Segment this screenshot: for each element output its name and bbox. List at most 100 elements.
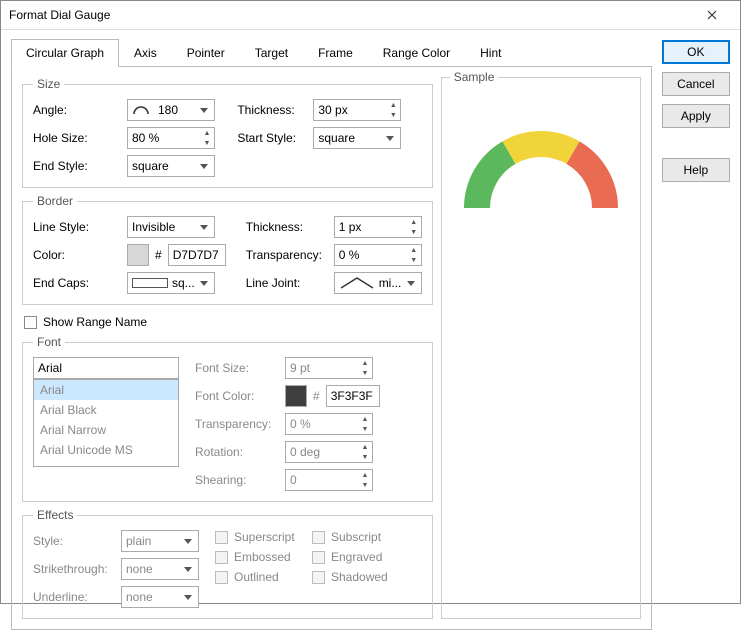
combo-effect-style[interactable]: plain: [121, 530, 199, 552]
spin-down-icon[interactable]: ▼: [200, 138, 214, 148]
legend-effects: Effects: [33, 508, 77, 522]
cancel-button[interactable]: Cancel: [662, 72, 730, 96]
listbox-font[interactable]: Arial Arial Black Arial Narrow Arial Uni…: [33, 379, 179, 467]
legend-border: Border: [33, 194, 77, 208]
checkbox-superscript[interactable]: [215, 531, 228, 544]
spinner-border-transparency[interactable]: 0 % ▲▼: [334, 244, 422, 266]
apply-button[interactable]: Apply: [662, 104, 730, 128]
label-show-range-name: Show Range Name: [43, 315, 147, 329]
checkbox-shadowed[interactable]: [312, 571, 325, 584]
label-end-style: End Style:: [33, 159, 121, 173]
combo-start-style[interactable]: square: [313, 127, 401, 149]
input-border-color-hex[interactable]: [168, 244, 226, 266]
combo-strikethrough[interactable]: none: [121, 558, 199, 580]
dialog-window: Format Dial Gauge Circular Graph Axis Po…: [0, 0, 741, 604]
legend-font: Font: [33, 335, 65, 349]
label-angle: Angle:: [33, 103, 121, 117]
label-rotation: Rotation:: [195, 445, 279, 459]
input-font-color-hex[interactable]: [326, 385, 380, 407]
close-icon: [707, 10, 717, 20]
end-cap-preview-icon: [132, 278, 168, 288]
help-button[interactable]: Help: [662, 158, 730, 182]
tab-circular-graph[interactable]: Circular Graph: [11, 39, 119, 67]
label-hole-size: Hole Size:: [33, 131, 121, 145]
combo-line-joint[interactable]: mi...: [334, 272, 422, 294]
fieldset-font: Font Arial Arial Black Arial Narrow Aria…: [22, 335, 433, 502]
font-option[interactable]: Arial Black: [34, 400, 178, 420]
label-shearing: Shearing:: [195, 473, 279, 487]
label-underline: Underline:: [33, 590, 115, 604]
checkbox-show-range-name[interactable]: [24, 316, 37, 329]
font-option[interactable]: Arial: [34, 380, 178, 400]
swatch-border-color[interactable]: [127, 244, 149, 266]
label-start-style: Start Style:: [237, 131, 307, 145]
label-end-caps: End Caps:: [33, 276, 121, 290]
sample-box: Sample: [441, 77, 641, 619]
checkbox-outlined[interactable]: [215, 571, 228, 584]
checkbox-engraved[interactable]: [312, 551, 325, 564]
combo-end-style[interactable]: square: [127, 155, 215, 177]
tab-pointer[interactable]: Pointer: [172, 39, 240, 67]
tab-frame[interactable]: Frame: [303, 39, 368, 67]
close-button[interactable]: [692, 1, 732, 29]
miter-joint-icon: [339, 276, 375, 290]
button-column: OK Cancel Apply Help: [662, 38, 730, 630]
input-font-search[interactable]: [33, 357, 179, 379]
legend-size: Size: [33, 77, 64, 91]
label-thickness: Thickness:: [237, 103, 307, 117]
label-border-color: Color:: [33, 248, 121, 262]
spinner-shearing[interactable]: 0▲▼: [285, 469, 373, 491]
checkbox-embossed[interactable]: [215, 551, 228, 564]
label-line-style: Line Style:: [33, 220, 121, 234]
tab-bar: Circular Graph Axis Pointer Target Frame…: [11, 38, 652, 67]
fieldset-effects: Effects Style: plain Strikethrough: none…: [22, 508, 433, 619]
hash-symbol: #: [155, 248, 162, 262]
label-font-color: Font Color:: [195, 389, 279, 403]
spin-up-icon[interactable]: ▲: [407, 217, 421, 227]
fieldset-size: Size Angle: 180: [22, 77, 433, 188]
label-effect-style: Style:: [33, 534, 115, 548]
font-option[interactable]: Arial Narrow: [34, 420, 178, 440]
sample-panel: Sample: [441, 77, 641, 619]
label-font-transparency: Transparency:: [195, 417, 279, 431]
spin-up-icon[interactable]: ▲: [200, 128, 214, 138]
tab-range-color[interactable]: Range Color: [368, 39, 465, 67]
gauge-preview: [461, 128, 621, 228]
tab-panel: Size Angle: 180: [11, 67, 652, 630]
spinner-font-transparency[interactable]: 0 %▲▼: [285, 413, 373, 435]
spin-down-icon[interactable]: ▼: [407, 227, 421, 237]
gauge-icon: [461, 128, 621, 228]
spinner-hole-size[interactable]: 80 % ▲▼: [127, 127, 215, 149]
tab-hint[interactable]: Hint: [465, 39, 516, 67]
spinner-thickness[interactable]: 30 px ▲▼: [313, 99, 401, 121]
dialog-body: Circular Graph Axis Pointer Target Frame…: [1, 30, 740, 640]
tab-target[interactable]: Target: [240, 39, 303, 67]
semicircle-icon: [132, 104, 150, 116]
label-strikethrough: Strikethrough:: [33, 562, 115, 576]
spinner-border-thickness[interactable]: 1 px ▲▼: [334, 216, 422, 238]
settings-panel: Size Angle: 180: [22, 77, 433, 619]
label-border-transparency: Transparency:: [246, 248, 328, 262]
ok-button[interactable]: OK: [662, 40, 730, 64]
spinner-font-size[interactable]: 9 pt▲▼: [285, 357, 373, 379]
spinner-rotation[interactable]: 0 deg▲▼: [285, 441, 373, 463]
swatch-font-color[interactable]: [285, 385, 307, 407]
spin-down-icon[interactable]: ▼: [407, 255, 421, 265]
fieldset-border: Border Line Style: Invisible Color:: [22, 194, 433, 305]
combo-line-style[interactable]: Invisible: [127, 216, 215, 238]
titlebar: Format Dial Gauge: [1, 1, 740, 30]
combo-angle[interactable]: 180: [127, 99, 215, 121]
label-font-size: Font Size:: [195, 361, 279, 375]
tab-axis[interactable]: Axis: [119, 39, 172, 67]
window-title: Format Dial Gauge: [9, 8, 692, 22]
spin-up-icon[interactable]: ▲: [407, 245, 421, 255]
combo-end-caps[interactable]: sq...: [127, 272, 215, 294]
spin-up-icon[interactable]: ▲: [386, 100, 400, 110]
spin-down-icon[interactable]: ▼: [386, 110, 400, 120]
legend-sample: Sample: [450, 70, 499, 84]
font-option[interactable]: Arial Unicode MS: [34, 440, 178, 460]
main-column: Circular Graph Axis Pointer Target Frame…: [11, 38, 652, 630]
combo-underline[interactable]: none: [121, 586, 199, 608]
checkbox-subscript[interactable]: [312, 531, 325, 544]
label-line-joint: Line Joint:: [246, 276, 328, 290]
